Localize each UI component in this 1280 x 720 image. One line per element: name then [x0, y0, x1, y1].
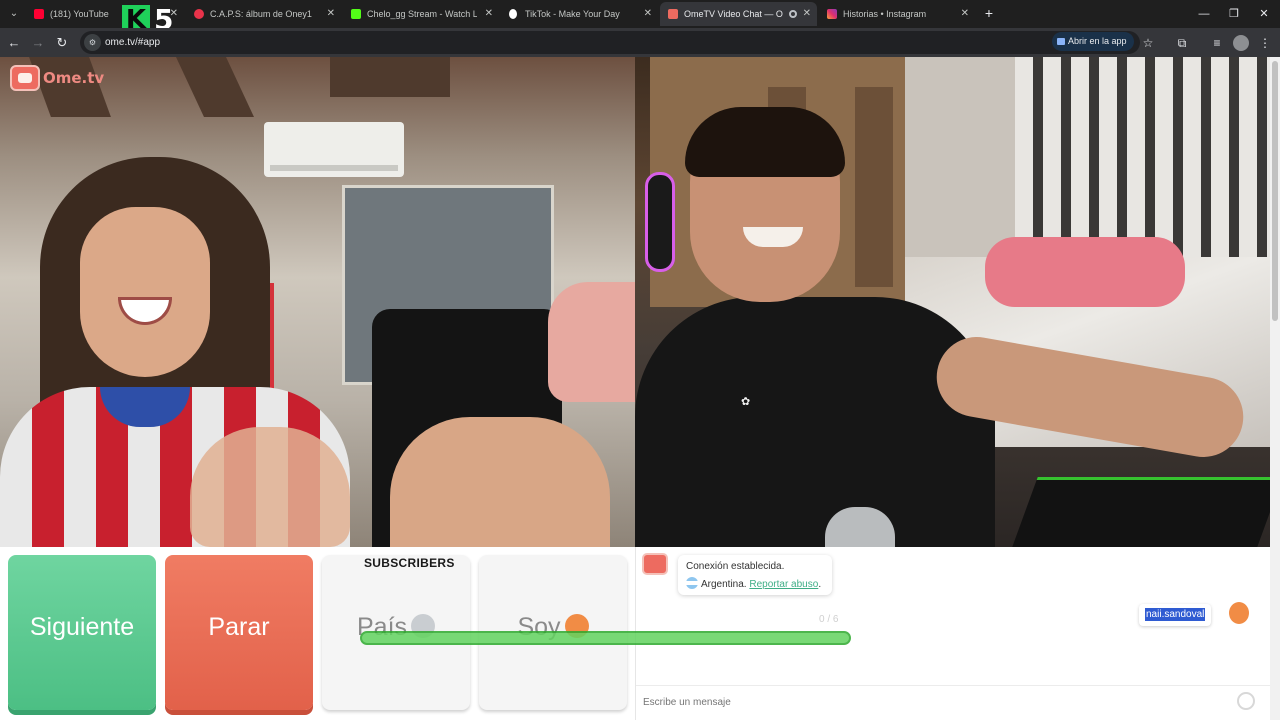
tab-instagram[interactable]: Historias • Instagram ✕: [819, 2, 975, 26]
ometv-logo[interactable]: Ome.tv: [10, 65, 110, 95]
forward-icon[interactable]: →: [28, 33, 48, 53]
minimize-button[interactable]: —: [1188, 0, 1220, 28]
kick-icon: [351, 9, 361, 19]
tab-strip: ⌄ (181) YouTube ✕ C.A.P.S: álbum de Oney…: [0, 0, 1280, 28]
new-tab-button[interactable]: +: [980, 3, 998, 23]
username-text: naii.sandoval: [1145, 608, 1206, 621]
close-icon[interactable]: ✕: [961, 2, 969, 26]
logo-text: Ome.tv: [43, 69, 105, 87]
bookmark-star-icon[interactable]: ☆: [1138, 33, 1158, 53]
tab-title: OmeTV Video Chat — Ome: [684, 9, 783, 19]
avatar-icon: [1229, 602, 1249, 624]
next-button[interactable]: Siguiente: [8, 555, 156, 710]
ceiling-beam: [330, 57, 450, 97]
tab-title: C.A.P.S: álbum de Oney1: [210, 9, 312, 19]
close-icon[interactable]: ✕: [803, 2, 811, 26]
vinyl-icon: [194, 9, 204, 19]
tab-search-icon[interactable]: ⌄: [4, 4, 24, 24]
message-input[interactable]: [643, 691, 1223, 713]
person-arm: [390, 417, 610, 547]
system-message: Conexión establecida. Argentina. Reporta…: [678, 555, 832, 595]
connection-status: Conexión establecida.: [686, 561, 785, 572]
tiktok-icon: [509, 9, 517, 19]
tab-ometv[interactable]: OmeTV Video Chat — Ome ✕: [660, 2, 817, 26]
tab-kick-stream[interactable]: Chelo_gg Stream - Watch Live o ✕: [343, 2, 499, 26]
profile-avatar[interactable]: [1233, 35, 1249, 51]
ometv-page: Ome.tv ✿ Siguiente Parar País Soy Conexi…: [0, 57, 1280, 720]
browser-toolbar: ← → ↻ ⚙ ome.tv/#app Abrir en la app ☆ ⧉ …: [0, 28, 1280, 57]
emoji-icon[interactable]: [1237, 692, 1255, 710]
wardrobe-door: [855, 87, 893, 287]
username-tag: naii.sandoval: [1139, 604, 1212, 626]
open-in-app-button[interactable]: Abrir en la app: [1052, 32, 1134, 51]
close-icon[interactable]: ✕: [327, 2, 335, 26]
instagram-icon: [827, 9, 837, 19]
report-abuse-link[interactable]: Reportar abuso: [749, 579, 818, 590]
person-hair: [685, 107, 845, 177]
argentina-flag-icon: [686, 577, 698, 589]
person-hands: [190, 427, 350, 547]
tab-title: TikTok - Make Your Day: [525, 9, 620, 19]
person-shirt: [635, 297, 995, 547]
reload-icon[interactable]: ↻: [52, 33, 72, 53]
ometv-icon: [668, 9, 678, 19]
close-icon[interactable]: ✕: [644, 2, 652, 26]
site-info-icon[interactable]: ⚙: [84, 34, 101, 51]
person-face: [80, 207, 210, 377]
person-background: [548, 282, 635, 402]
shirt-logo: ✿: [741, 396, 751, 408]
ometv-tv-icon: [10, 65, 40, 91]
media-controls-icon[interactable]: ≡: [1207, 33, 1227, 53]
recording-icon: [789, 10, 797, 18]
local-video: Ome.tv: [0, 57, 635, 547]
pillow: [985, 237, 1185, 307]
tab-title: Chelo_gg Stream - Watch Live o: [367, 9, 477, 19]
remote-video: ✿: [635, 57, 1270, 547]
open-in-app-label: Abrir en la app: [1068, 36, 1127, 46]
tab-caps-album[interactable]: C.A.P.S: álbum de Oney1 ✕: [186, 2, 341, 26]
menu-icon[interactable]: ⋮: [1255, 33, 1275, 53]
tab-tiktok[interactable]: TikTok - Make Your Day ✕: [501, 2, 658, 26]
ceiling-beam: [176, 57, 254, 117]
window-close-button[interactable]: ✕: [1248, 0, 1280, 28]
air-conditioner-vent: [270, 165, 398, 171]
maximize-button[interactable]: ❐: [1218, 0, 1250, 28]
subscribers-progress-bar: [360, 631, 851, 645]
keyboard: [1012, 477, 1270, 547]
partner-country: Argentina. Reportar abuso.: [686, 577, 821, 590]
subscribers-overlay-label: SUBSCRIBERS: [364, 556, 455, 570]
address-bar[interactable]: ⚙ ome.tv/#app: [80, 31, 1140, 54]
scrollbar-thumb[interactable]: [1272, 61, 1278, 321]
youtube-icon: [34, 9, 44, 19]
app-window-icon: [1057, 38, 1065, 45]
tab-title: Historias • Instagram: [843, 9, 927, 19]
ometv-tv-icon: [642, 553, 668, 575]
country-name: Argentina.: [701, 579, 747, 590]
close-icon[interactable]: ✕: [485, 2, 493, 26]
back-icon[interactable]: ←: [4, 33, 24, 53]
message-input-area: [636, 685, 1271, 720]
extensions-icon[interactable]: ⧉: [1172, 33, 1192, 53]
gaming-headset: [645, 172, 675, 272]
stop-button[interactable]: Parar: [165, 555, 313, 710]
url-text[interactable]: ome.tv/#app: [105, 31, 160, 54]
message-counter: 0 / 6: [819, 614, 839, 625]
page-scrollbar[interactable]: [1270, 57, 1280, 720]
